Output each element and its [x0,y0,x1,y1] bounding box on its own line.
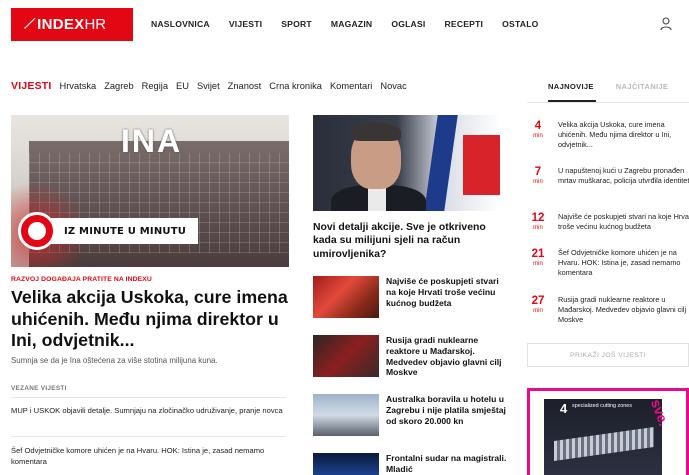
flag-stripe-blue [424,115,458,211]
section-item-zagreb[interactable]: Zagreb [104,81,133,91]
article-thumbnail[interactable] [313,394,379,436]
latest-unit: min [533,179,543,185]
list-item[interactable]: Rusija gradi nuklearne reaktore u Mađars… [313,335,509,385]
article-title[interactable]: Frontalni sudar na magistrali. Mladić [386,453,509,475]
logo-brand-bold: INDEX [37,16,85,33]
latest-minutes: 21 [531,248,545,260]
latest-title[interactable]: U napuštenoj kući u Zagrebu pronađen mrt… [558,166,689,186]
section-item-regija[interactable]: Regija [142,81,168,91]
ad-number: 4 [560,401,568,416]
person-hair [351,123,401,141]
tab-najcitanije[interactable]: NAJČITANIJE [616,82,669,91]
ad-product-blades [554,426,654,462]
latest-title[interactable]: Najviše će poskupjeti stvari na koje Hrv… [558,212,689,232]
article-title[interactable]: Rusija gradi nuklearne reaktore u Mađars… [386,335,509,378]
side-tabs: NAJNOVIJE NAJČITANIJE [548,82,668,91]
article-title[interactable]: Australka boravila u hotelu u Zagrebu i … [386,394,509,426]
ad-text: specialized cutting zones [572,403,632,409]
nav-item-naslovnica[interactable]: NASLOVNICA [151,19,210,29]
section-title[interactable]: VIJESTI [11,80,52,92]
index-logo[interactable]: ⟋ INDEX HR [11,8,133,41]
logo-brand-light: HR [84,16,107,33]
latest-unit: min [533,225,543,231]
nav-item-ostalo[interactable]: OSTALO [502,19,538,29]
middle-main-title[interactable]: Novi detalji akcije. Sve je otkriveno ka… [313,221,503,261]
list-item[interactable]: Najviše će poskupjeti stvari na koje Hrv… [313,276,509,326]
latest-item[interactable]: 12 min Najviše će poskupjeti stvari na k… [527,212,689,252]
latest-title[interactable]: Rusija gradi nuklearne reaktore u Mađars… [558,295,689,325]
latest-unit: min [533,308,543,314]
middle-main-image[interactable] [313,115,500,211]
hero-lead: Sumnja se da je Ina oštećena za više sto… [11,356,218,365]
article-thumbnail[interactable] [313,453,379,475]
article-thumbnail[interactable] [313,276,379,318]
latest-item[interactable]: 21 min Šef Odvjetničke komore uhićen je … [527,248,689,288]
user-icon[interactable] [660,17,672,31]
live-badge[interactable]: IZ MINUTE U MINUTU [18,212,199,250]
hero-image-text: INA [121,123,183,159]
nav-item-recepti[interactable]: RECEPTI [445,19,484,29]
related-item[interactable]: MUP i USKOK objavili detalje. Sumnjaju n… [11,406,296,417]
tab-najnovije[interactable]: NAJNOVIJE [548,82,594,91]
latest-minutes: 7 [534,166,542,178]
section-item-znanost[interactable]: Znanost [228,81,262,91]
latest-minutes: 12 [531,212,545,224]
section-item-svijet[interactable]: Svijet [197,81,220,91]
list-item[interactable]: Frontalni sudar na magistrali. Mladić [313,453,509,475]
hero-title[interactable]: Velika akcija Uskoka, cure imena uhićeni… [11,287,296,352]
section-item-komentari[interactable]: Komentari [330,81,372,91]
article-title[interactable]: Najviše će poskupjeti stvari na koje Hrv… [386,276,509,308]
latest-title[interactable]: Velika akcija Uskoka, cure imena uhićeni… [558,120,689,150]
nav-item-vijesti[interactable]: VIJESTI [229,19,262,29]
article-thumbnail[interactable] [313,335,379,377]
hero-kicker: RAZVOJ DOGAĐAJA PRATITE NA INDEXU [11,276,152,283]
main-nav: NASLOVNICA VIJESTI SPORT MAGAZIN OGLASI … [151,19,558,29]
tabs-divider [527,102,689,103]
section-item-crna-kronika[interactable]: Crna kronika [269,81,322,91]
logo-mark-icon: ⟋ [23,17,36,32]
nav-item-oglasi[interactable]: OGLASI [391,19,425,29]
section-item-eu[interactable]: EU [176,81,189,91]
nav-item-sport[interactable]: SPORT [281,19,312,29]
related-item[interactable]: Šef Odvjetničke komore uhićen je na Hvar… [11,446,296,467]
nav-item-magazin[interactable]: MAGAZIN [331,19,373,29]
advertisement[interactable]: 4 specialized cutting zones sve. [527,388,689,475]
flag-stripe-red [463,135,500,195]
latest-item[interactable]: 7 min U napuštenoj kući u Zagrebu pronađ… [527,166,689,206]
top-header: ⟋ INDEX HR NASLOVNICA VIJESTI SPORT MAGA… [0,0,689,50]
latest-minutes: 4 [534,120,542,132]
section-nav: VIJESTI Hrvatska Zagreb Regija EU Svijet… [11,80,415,92]
live-record-icon [18,212,56,250]
latest-title[interactable]: Šef Odvjetničke komore uhićen je na Hvar… [558,248,689,278]
related-heading: VEZANE VIJESTI [11,385,67,392]
section-item-novac[interactable]: Novac [380,81,406,91]
latest-minutes: 27 [531,295,545,307]
latest-item[interactable]: 4 min Velika akcija Uskoka, cure imena u… [527,120,689,160]
live-badge-label: IZ MINUTE U MINUTU [50,218,199,244]
list-item[interactable]: Australka boravila u hotelu u Zagrebu i … [313,394,509,444]
section-item-hrvatska[interactable]: Hrvatska [60,81,97,91]
related-divider [11,436,286,437]
show-more-button[interactable]: PRIKAŽI JOŠ VIJESTI [527,343,689,367]
latest-item[interactable]: 27 min Rusija gradi nuklearne reaktore u… [527,295,689,335]
latest-unit: min [533,133,543,139]
related-divider [11,397,286,398]
latest-unit: min [533,261,543,267]
